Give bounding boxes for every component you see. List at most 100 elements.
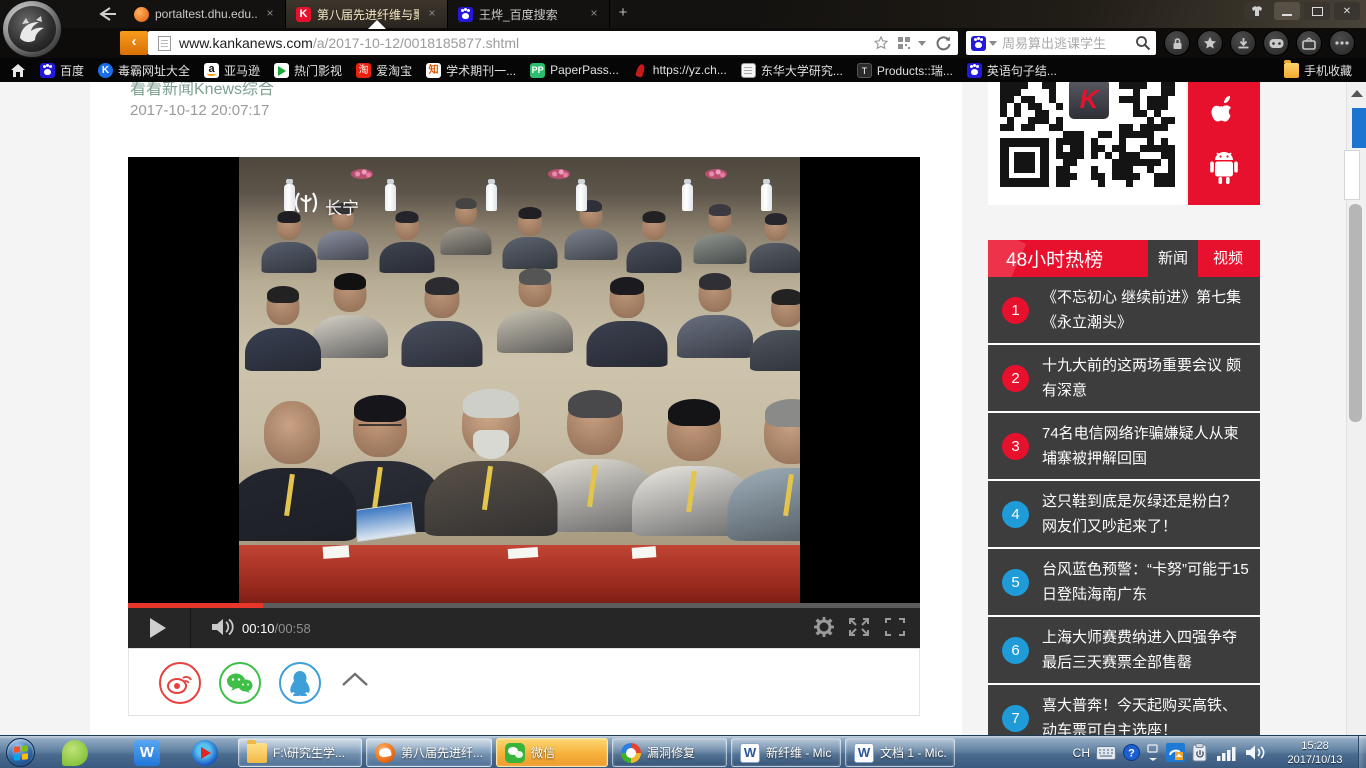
bookmark-label: 热门影视 [294, 62, 342, 79]
settings-gear-icon[interactable] [814, 617, 834, 637]
show-desktop-button[interactable] [1358, 736, 1366, 768]
tab-portaltest[interactable]: portaltest.dhu.edu.... [124, 0, 286, 28]
vulnerability-fix-icon [621, 743, 641, 763]
bookmark-amazon[interactable]: 亚马逊 [204, 62, 260, 79]
hotlist-item-text: 74名电信网络诈骗嫌疑人从柬埔寨被押解回国 [1042, 421, 1250, 471]
volume-icon[interactable] [210, 617, 236, 637]
skin-button[interactable] [1244, 2, 1270, 20]
close-tab-icon[interactable] [587, 7, 601, 21]
hotlist-item[interactable]: 4 这只鞋到底是灰绿还是粉白？网友们又吵起来了！ [988, 481, 1260, 549]
video-frame[interactable]: 长宁 [239, 157, 800, 603]
bookmark-paperpass[interactable]: PaperPass... [530, 63, 619, 78]
restore-button[interactable] [1304, 2, 1330, 20]
speaker-icon[interactable] [1245, 744, 1265, 761]
play-icon[interactable] [150, 618, 166, 638]
url-text[interactable]: www.kankanews.com/a/2017-10-12/001818587… [179, 35, 870, 51]
gamepad-icon[interactable] [1263, 30, 1289, 56]
theater-mode-icon[interactable] [848, 617, 870, 637]
scroll-up-icon[interactable] [1351, 90, 1363, 97]
bookmark-english[interactable]: 英语句子结... [967, 62, 1057, 79]
qr-scan-icon[interactable] [897, 36, 911, 50]
hotlist-item[interactable]: 3 74名电信网络诈骗嫌疑人从柬埔寨被押解回国 [988, 413, 1260, 481]
close-tab-icon[interactable] [425, 7, 439, 21]
download-icon[interactable] [1230, 30, 1256, 56]
new-tab-button[interactable]: + [610, 0, 636, 28]
bookmark-yz[interactable]: https://yz.ch... [633, 63, 727, 78]
back-history-icon[interactable] [96, 6, 118, 22]
coreldraw-icon[interactable] [62, 740, 88, 766]
clipboard-power-icon[interactable] [1192, 743, 1209, 762]
more-menu-icon[interactable] [1329, 30, 1355, 56]
help-icon[interactable]: ? [1123, 744, 1140, 761]
search-box[interactable] [966, 31, 1156, 55]
close-button[interactable] [1334, 2, 1360, 20]
task-label: 第八届先进纤... [401, 744, 483, 761]
taskbar-wechat-button[interactable]: 微信 [496, 738, 608, 767]
tab-baidu-search[interactable]: 王烨_百度搜索 [448, 0, 610, 28]
bookmark-duba[interactable]: 毒霸网址大全 [98, 62, 190, 79]
language-indicator[interactable]: CH [1073, 746, 1090, 760]
article-source-link[interactable]: 看看新闻Knews综合 [130, 82, 274, 99]
favorites-star-icon[interactable] [1197, 30, 1223, 56]
screen: portaltest.dhu.edu.... 第八届先进纤维与聚 王烨_百度搜索… [0, 0, 1366, 768]
browser-chrome: portaltest.dhu.edu.... 第八届先进纤维与聚 王烨_百度搜索… [0, 0, 1366, 82]
hot-tab-news[interactable]: 新闻 [1148, 240, 1198, 277]
refresh-icon[interactable] [935, 35, 952, 52]
bookmark-journal[interactable]: 学术期刊一... [426, 62, 516, 79]
taskbar-security-button[interactable]: 漏洞修复 [612, 738, 727, 767]
taskbar-clock[interactable]: 15:28 2017/10/13 [1276, 739, 1354, 767]
fullscreen-icon[interactable] [884, 617, 906, 637]
hotlist-item[interactable]: 6 上海大师赛费纳进入四强争夺 最后三天赛票全部售罄 [988, 617, 1260, 685]
search-input[interactable] [1000, 35, 1135, 52]
security-sync-icon[interactable] [1166, 743, 1185, 762]
side-widget-blue[interactable] [1352, 108, 1366, 148]
scrollbar-thumb[interactable] [1349, 204, 1362, 422]
mobile-favorites-folder[interactable]: 手机收藏 [1284, 62, 1352, 79]
collapse-chevron-icon[interactable] [341, 671, 369, 692]
total-time: 00:58 [278, 621, 311, 636]
share-weibo-button[interactable] [159, 662, 201, 704]
taskbar-browser-button[interactable]: 第八届先进纤... [366, 738, 492, 767]
tv-icon[interactable] [1296, 30, 1322, 56]
hotlist-item[interactable]: 5 台风蓝色预警：“卡努”可能于15日登陆海南广东 [988, 549, 1260, 617]
side-widget-white[interactable] [1344, 150, 1360, 200]
bookmark-dhu[interactable]: 东华大学研究... [741, 62, 843, 79]
address-bar[interactable]: www.kankanews.com/a/2017-10-12/001818587… [148, 31, 958, 55]
network-signal-icon[interactable] [1216, 745, 1238, 761]
tab-kankanews[interactable]: 第八届先进纤维与聚 [286, 0, 448, 28]
taskbar-explorer-button[interactable]: F:\研究生学... [238, 738, 362, 767]
video-player[interactable]: 长宁 00:10/00:58 [128, 157, 920, 648]
media-player-icon[interactable] [192, 740, 218, 766]
minimize-button[interactable] [1274, 2, 1300, 20]
bookmark-products[interactable]: Products::瑞... [857, 62, 953, 79]
start-button[interactable] [6, 738, 35, 767]
add-bookmark-star-icon[interactable] [874, 36, 889, 50]
share-qq-button[interactable] [279, 662, 321, 704]
tray-expand-icon[interactable] [1147, 744, 1159, 762]
apple-icon[interactable] [1207, 95, 1241, 135]
wps-icon[interactable] [134, 740, 160, 766]
hotlist-item[interactable]: 7 喜大普奔！今天起购买高铁、动车票可自主选座！ [988, 685, 1260, 735]
baidu-search-engine-icon[interactable] [971, 36, 986, 51]
search-engine-dropdown-icon[interactable] [989, 41, 997, 46]
home-icon[interactable] [10, 63, 26, 78]
hot-tab-video[interactable]: 视频 [1202, 240, 1254, 277]
rank-badge: 7 [1002, 705, 1029, 732]
search-icon[interactable] [1135, 35, 1151, 51]
close-tab-icon[interactable] [263, 7, 277, 21]
keyboard-icon[interactable] [1096, 746, 1116, 760]
chevron-down-icon[interactable] [918, 41, 926, 46]
bookmark-taobao[interactable]: 爱淘宝 [356, 62, 412, 79]
share-wechat-button[interactable] [219, 662, 261, 704]
hotlist-item[interactable]: 2 十九大前的这两场重要会议 颇有深意 [988, 345, 1260, 413]
android-icon[interactable] [1207, 148, 1241, 190]
hotlist-item[interactable]: 1 《不忘初心 继续前进》第七集《永立潮头》 [988, 277, 1260, 345]
taskbar-word2-button[interactable]: 文档 1 - Mic... [845, 738, 955, 767]
site-back-button[interactable] [120, 31, 148, 55]
bookmark-baidu[interactable]: 百度 [40, 62, 84, 79]
security-lock-icon[interactable] [1164, 30, 1190, 56]
browser-logo-icon[interactable] [2, 0, 62, 58]
table-paper [631, 547, 656, 560]
bookmark-video[interactable]: 热门影视 [274, 62, 342, 79]
taskbar-word1-button[interactable]: 新纤维 - Mic... [731, 738, 841, 767]
